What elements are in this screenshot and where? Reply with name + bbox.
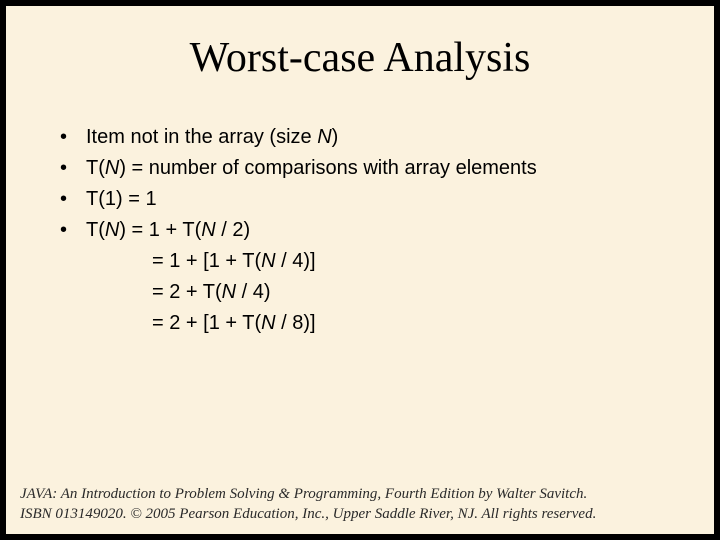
equation-text: = 2 + [1 + T(N / 8)] (152, 308, 316, 339)
bullet-item: • T(1) = 1 (56, 184, 664, 215)
text: ) = number of comparisons with array ele… (119, 157, 536, 179)
footer-line-2: ISBN 013149020. © 2005 Pearson Education… (20, 505, 700, 525)
equation-text: = 2 + T(N / 4) (152, 277, 271, 308)
text: / 2) (216, 219, 250, 241)
var-n: N (317, 126, 331, 148)
text: = 1 + [1 + T( (152, 250, 261, 272)
footer-line-1: JAVA: An Introduction to Problem Solving… (20, 485, 700, 505)
text: ) (332, 126, 339, 148)
var-n: N (222, 281, 236, 303)
bullet-item: • T(N) = number of comparisons with arra… (56, 153, 664, 184)
text: , Fourth Edition by Walter Savitch. (377, 486, 587, 502)
bullet-mark: • (56, 122, 86, 153)
bullet-mark: • (56, 184, 86, 215)
text: = 2 + T( (152, 281, 222, 303)
text: T( (86, 219, 105, 241)
equation-line: = 1 + [1 + T(N / 4)] (56, 246, 664, 277)
text: / 8)] (276, 312, 316, 334)
bullet-text: T(1) = 1 (86, 184, 664, 215)
text: T(1) = 1 (86, 188, 157, 210)
bullet-text: T(N) = number of comparisons with array … (86, 153, 664, 184)
var-n: N (105, 219, 119, 241)
footer: JAVA: An Introduction to Problem Solving… (6, 479, 714, 534)
book-title: JAVA: An Introduction to Problem Solving… (20, 486, 377, 502)
bullet-mark: • (56, 215, 86, 246)
var-n: N (261, 250, 275, 272)
equation-line: = 2 + T(N / 4) (56, 277, 664, 308)
var-n: N (261, 312, 275, 334)
bullet-item: • Item not in the array (size N) (56, 122, 664, 153)
equation-text: = 1 + [1 + T(N / 4)] (152, 246, 316, 277)
slide-title: Worst-case Analysis (56, 34, 664, 82)
var-n: N (105, 157, 119, 179)
text: / 4)] (276, 250, 316, 272)
text: T( (86, 157, 105, 179)
bullet-item: • T(N) = 1 + T(N / 2) (56, 215, 664, 246)
slide: Worst-case Analysis • Item not in the ar… (6, 6, 714, 534)
equation-line: = 2 + [1 + T(N / 8)] (56, 308, 664, 339)
content-area: Worst-case Analysis • Item not in the ar… (6, 6, 714, 479)
var-n: N (201, 219, 215, 241)
text: = 2 + [1 + T( (152, 312, 261, 334)
bullet-text: T(N) = 1 + T(N / 2) (86, 215, 664, 246)
text: ) = 1 + T( (119, 219, 201, 241)
text: / 4) (236, 281, 270, 303)
bullet-list: • Item not in the array (size N) • T(N) … (56, 122, 664, 339)
text: Item not in the array (size (86, 126, 317, 148)
bullet-text: Item not in the array (size N) (86, 122, 664, 153)
bullet-mark: • (56, 153, 86, 184)
